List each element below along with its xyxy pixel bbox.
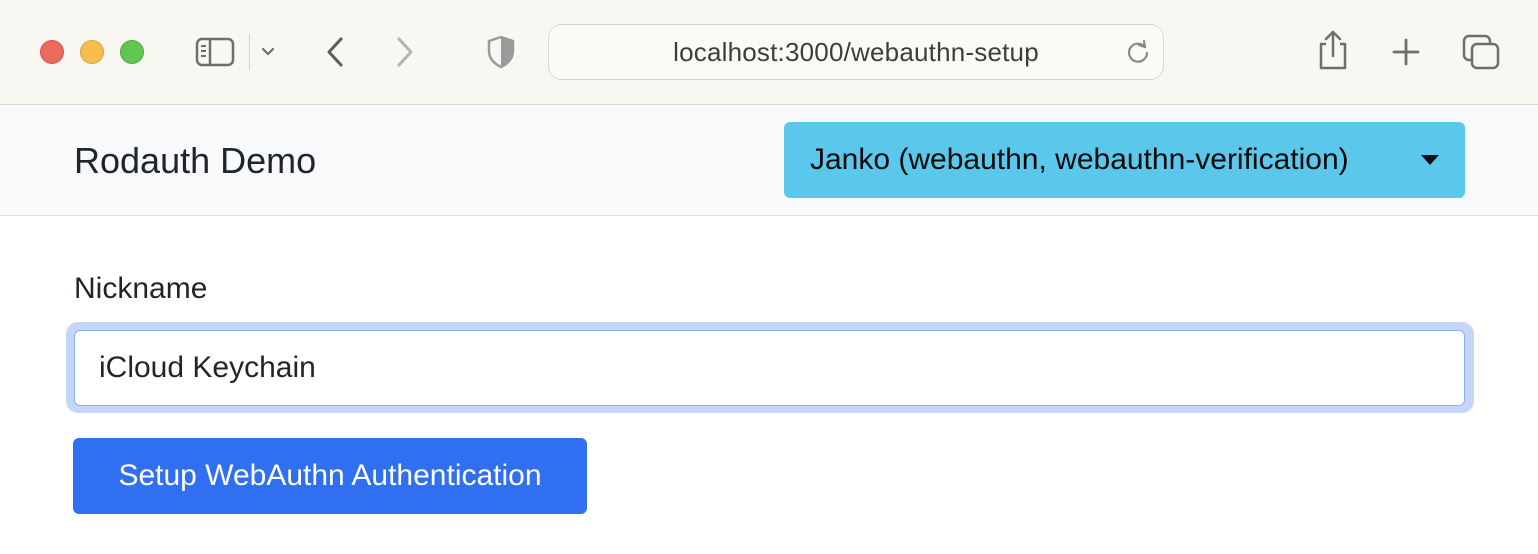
nickname-label: Nickname <box>74 272 208 305</box>
url-text: localhost:3000/webauthn-setup <box>673 36 1039 67</box>
shield-icon[interactable] <box>484 34 518 70</box>
plus-icon[interactable] <box>1388 34 1424 70</box>
forward-icon[interactable] <box>388 32 422 72</box>
reload-icon[interactable] <box>1125 39 1151 65</box>
user-menu-dropdown[interactable]: Janko (webauthn, webauthn-verification) <box>784 122 1465 198</box>
address-bar[interactable]: localhost:3000/webauthn-setup <box>548 24 1164 80</box>
tabs-overview-icon[interactable] <box>1460 32 1502 72</box>
app-navbar: Rodauth Demo Janko (webauthn, webauthn-v… <box>0 106 1538 216</box>
chevron-down-icon[interactable] <box>257 40 279 64</box>
close-window-icon[interactable] <box>40 40 64 64</box>
nickname-input[interactable] <box>74 330 1465 406</box>
caret-down-icon <box>1421 155 1439 165</box>
zoom-window-icon[interactable] <box>120 40 144 64</box>
toolbar-divider <box>249 34 250 70</box>
setup-webauthn-button[interactable]: Setup WebAuthn Authentication <box>73 438 587 514</box>
minimize-window-icon[interactable] <box>80 40 104 64</box>
user-menu-label: Janko (webauthn, webauthn-verification) <box>810 143 1349 176</box>
sidebar-icon[interactable] <box>192 34 238 70</box>
back-icon[interactable] <box>318 32 352 72</box>
browser-toolbar: localhost:3000/webauthn-setup <box>0 0 1538 105</box>
share-icon[interactable] <box>1314 28 1352 72</box>
brand-link[interactable]: Rodauth Demo <box>74 138 316 184</box>
